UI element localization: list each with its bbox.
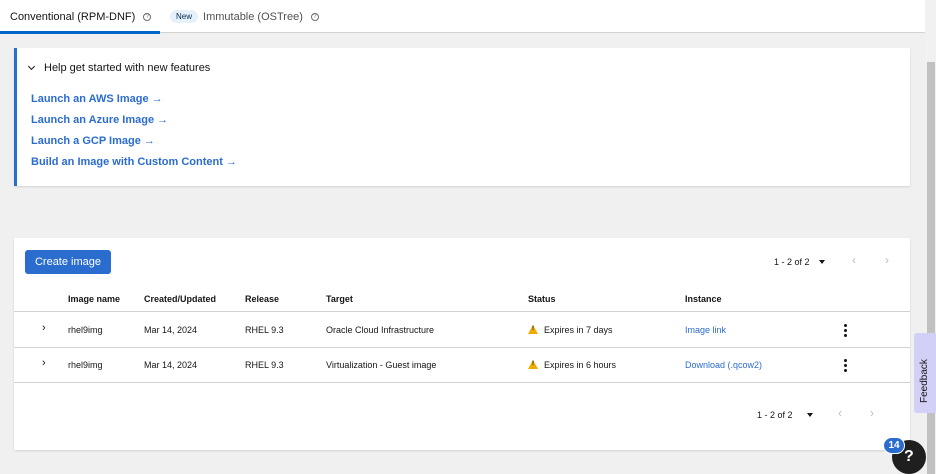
- arrow-right-icon: →: [143, 135, 155, 147]
- table-row-divider: [14, 347, 910, 348]
- custom-content-link[interactable]: Build an Image with Custom Content →: [31, 156, 237, 168]
- chevron-down-icon: [27, 62, 36, 71]
- warning-triangle-icon: [528, 360, 538, 369]
- notification-badge: 14: [883, 437, 905, 454]
- cell-image-name: rhel9img: [68, 360, 103, 370]
- launch-azure-link[interactable]: Launch an Azure Image →: [31, 114, 168, 126]
- download-qcow2-link[interactable]: Download (.qcow2): [685, 360, 762, 370]
- cell-status: Expires in 7 days: [528, 325, 613, 335]
- pagination-toggle-top[interactable]: 1 - 2 of 2: [774, 257, 825, 267]
- cell-created: Mar 14, 2024: [144, 325, 198, 335]
- launch-aws-link[interactable]: Launch an AWS Image →: [31, 93, 163, 105]
- caret-down-icon: [806, 413, 813, 417]
- cell-release: RHEL 9.3: [245, 325, 284, 335]
- status-text: Expires in 7 days: [544, 325, 613, 335]
- help-features-toggle[interactable]: Help get started with new features: [27, 62, 211, 74]
- kebab-icon[interactable]: [844, 359, 848, 372]
- pagination-count: 1 - 2 of 2: [757, 410, 793, 420]
- tab-conventional[interactable]: Conventional (RPM-DNF) ?: [0, 0, 160, 34]
- column-header-release[interactable]: Release: [245, 294, 279, 304]
- new-badge: New: [170, 10, 199, 23]
- pagination-count: 1 - 2 of 2: [774, 257, 810, 267]
- images-table-card: Create image 1 - 2 of 2 ‹ › Image name C…: [14, 238, 910, 450]
- help-features-title: Help get started with new features: [44, 62, 211, 74]
- custom-content-label: Build an Image with Custom Content: [31, 156, 223, 168]
- table-row-divider: [14, 382, 910, 383]
- pagination-toggle-bottom[interactable]: 1 - 2 of 2: [757, 410, 813, 420]
- launch-gcp-label: Launch a GCP Image: [31, 135, 141, 147]
- row-expand-icon[interactable]: ›: [42, 357, 46, 369]
- tab-conventional-label: Conventional (RPM-DNF): [10, 10, 136, 23]
- angle-left-icon[interactable]: ‹: [852, 253, 856, 267]
- tab-immutable-label: Immutable (OSTree): [203, 10, 303, 23]
- feedback-button[interactable]: Feedback: [914, 333, 936, 413]
- tab-immutable[interactable]: New Immutable (OSTree) ?: [170, 0, 319, 33]
- kebab-icon[interactable]: [844, 324, 848, 337]
- table-header-divider: [14, 311, 910, 312]
- arrow-right-icon: →: [157, 114, 169, 126]
- cell-created: Mar 14, 2024: [144, 360, 198, 370]
- question-icon: ?: [904, 448, 914, 465]
- cell-image-name: rhel9img: [68, 325, 103, 335]
- help-circle-icon[interactable]: ?: [310, 12, 319, 21]
- cell-status: Expires in 6 hours: [528, 360, 616, 370]
- column-header-created[interactable]: Created/Updated: [144, 294, 216, 304]
- feedback-label: Feedback: [919, 359, 930, 403]
- cell-target: Oracle Cloud Infrastructure: [326, 325, 435, 335]
- arrow-right-icon: →: [225, 156, 237, 168]
- cell-target: Virtualization - Guest image: [326, 360, 437, 370]
- caret-down-icon: [818, 260, 825, 264]
- column-header-instance: Instance: [685, 294, 722, 304]
- column-header-status: Status: [528, 294, 556, 304]
- row-expand-icon[interactable]: ›: [42, 322, 46, 334]
- column-header-target[interactable]: Target: [326, 294, 353, 304]
- cell-release: RHEL 9.3: [245, 360, 284, 370]
- help-circle-icon[interactable]: ?: [143, 12, 152, 21]
- help-features-card: Help get started with new features Launc…: [14, 48, 910, 186]
- angle-right-icon[interactable]: ›: [870, 406, 874, 420]
- image-link[interactable]: Image link: [685, 325, 726, 335]
- angle-right-icon[interactable]: ›: [885, 253, 889, 267]
- image-type-tabs: Conventional (RPM-DNF) ? New Immutable (…: [0, 0, 925, 34]
- launch-azure-label: Launch an Azure Image: [31, 114, 155, 126]
- status-text: Expires in 6 hours: [544, 360, 617, 370]
- warning-triangle-icon: [528, 325, 538, 334]
- column-header-image-name[interactable]: Image name: [68, 294, 120, 304]
- arrow-right-icon: →: [151, 93, 163, 105]
- create-image-button[interactable]: Create image: [25, 250, 111, 274]
- launch-gcp-link[interactable]: Launch a GCP Image →: [31, 135, 155, 147]
- launch-aws-label: Launch an AWS Image: [31, 93, 149, 105]
- angle-left-icon[interactable]: ‹: [838, 406, 842, 420]
